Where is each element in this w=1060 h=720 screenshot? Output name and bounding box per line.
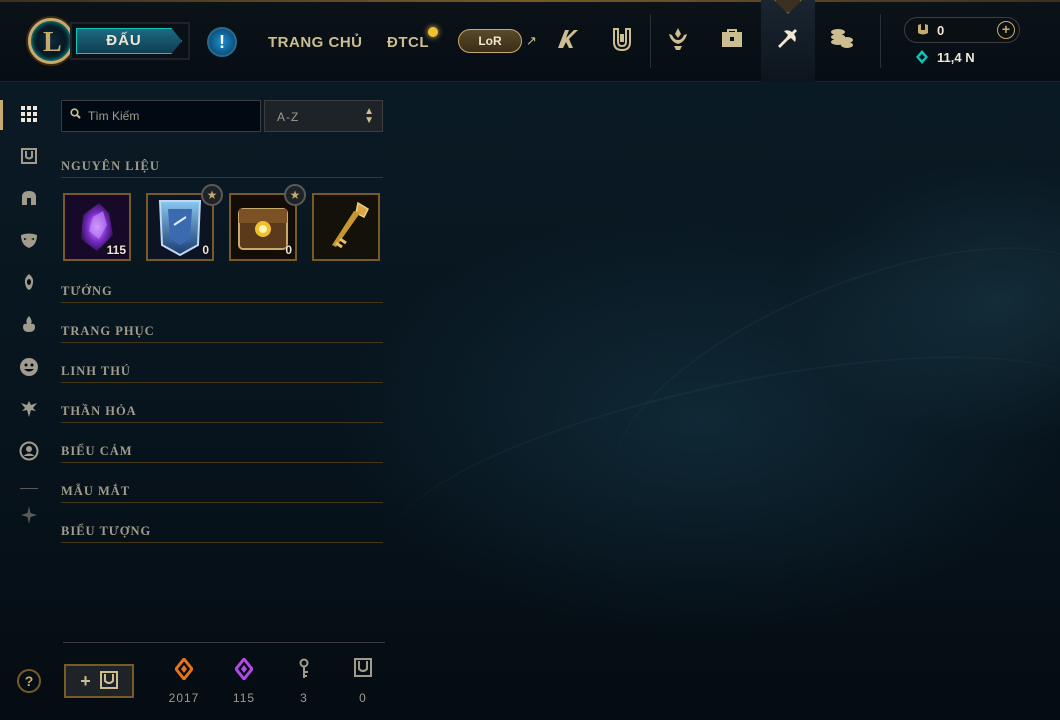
key-fragment-value: 3 [300,691,308,705]
section-eye-colors[interactable]: MẪU MẮT [61,479,383,503]
top-navigation-bar: L ĐẤU ! TRANG CHỦ ĐTCL LoR ↗ 0 + 11,4 N [0,0,1060,82]
section-title: LINH THÚ [61,364,131,378]
helmet-icon[interactable] [18,189,40,211]
play-button-label: ĐẤU [106,32,142,49]
rail-active-indicator [0,100,3,130]
nav-tft-link[interactable]: ĐTCL [387,34,429,51]
item-count: 115 [106,243,126,257]
star-badge-icon: ★ [284,184,306,206]
section-title: BIỂU TƯỢNG [61,524,152,538]
star-badge-icon: ★ [201,184,223,206]
orange-essence-value: 2017 [168,691,200,705]
search-field[interactable] [61,100,261,132]
mythic-essence-icon [224,656,264,684]
craft-plus-label: + [80,671,91,691]
grid-icon[interactable] [18,105,40,127]
section-title: TRANG PHỤC [61,324,155,338]
external-link-icon: ↗ [526,33,537,48]
orange-essence-counter: 2017 [164,656,204,705]
section-materials[interactable]: NGUYÊN LIỆU [61,154,383,178]
notification-dot [428,27,438,37]
chest-counter: 0 [343,658,383,705]
section-pets[interactable]: LINH THÚ [61,359,383,383]
riot-points-icon [915,21,931,41]
key-fragment-counter: 3 [284,658,324,705]
chest-icon [99,671,118,689]
sort-dropdown[interactable]: A-Z ▲ ▼ [264,100,383,132]
blue-essence-amount: 11,4 N [937,50,975,65]
collection-icon[interactable] [607,26,637,56]
league-logo-letter: L [43,27,62,58]
mythic-essence-counter: 115 [224,656,264,705]
section-title: THẦN HỎA [61,404,137,418]
play-button[interactable]: ĐẤU [70,22,190,60]
ward-icon[interactable] [18,273,40,295]
search-input[interactable] [88,106,256,126]
sort-value: A-Z [277,110,300,124]
help-button[interactable]: ? [17,669,41,693]
blue-essence-icon [915,49,929,68]
lor-button[interactable]: LoR [458,29,522,53]
section-champions[interactable]: TƯỚNG [61,279,383,303]
orange-essence-icon [164,656,204,684]
add-riot-points-button[interactable]: + [997,21,1015,39]
search-icon [70,108,81,122]
section-title: MẪU MẮT [61,484,131,498]
section-wards[interactable]: THẦN HỎA [61,399,383,423]
alert-icon[interactable]: ! [207,27,237,57]
section-title: BIỂU CẢM [61,444,133,458]
section-title: NGUYÊN LIỆU [61,159,160,173]
profile-circle-icon[interactable] [18,441,40,463]
profile-icon[interactable] [553,26,583,56]
riot-points-amount: 0 [937,23,945,38]
item-count: 0 [285,243,292,257]
ranked-icon[interactable] [663,26,693,56]
emote-face-icon[interactable] [18,357,40,379]
nav-divider [880,14,881,68]
spike-icon[interactable] [18,505,40,527]
key-fragment-icon [284,658,324,684]
craft-chest-button[interactable]: + [64,664,134,698]
item-count: 0 [202,243,209,257]
store-icon[interactable] [827,26,857,56]
flame-icon[interactable] [18,315,40,337]
section-icons[interactable]: BIỂU TƯỢNG [61,519,383,543]
section-title: TƯỚNG [61,284,113,298]
inventory-icon[interactable] [717,26,747,56]
rail-divider [20,488,38,489]
nav-home-link[interactable]: TRANG CHỦ [268,34,363,51]
nav-divider [650,14,651,68]
bottom-divider [63,642,385,643]
section-emotes[interactable]: BIỂU CẢM [61,439,383,463]
chest-icon[interactable] [18,147,40,169]
hextech-key-item[interactable] [312,193,380,261]
chest-icon [343,658,383,684]
hextech-key-icon [314,195,378,259]
sort-chevron-icon: ▲ ▼ [364,106,374,126]
chest-value: 0 [359,691,367,705]
mythic-essence-value: 115 [232,691,256,705]
section-skins[interactable]: TRANG PHỤC [61,319,383,343]
mythic-essence-item[interactable]: 115 [63,193,131,261]
loot-icon[interactable] [772,26,802,56]
mask-icon[interactable] [18,231,40,253]
league-logo[interactable]: L [28,18,74,64]
lor-label: LoR [478,34,502,48]
champion-icon[interactable] [18,399,40,421]
